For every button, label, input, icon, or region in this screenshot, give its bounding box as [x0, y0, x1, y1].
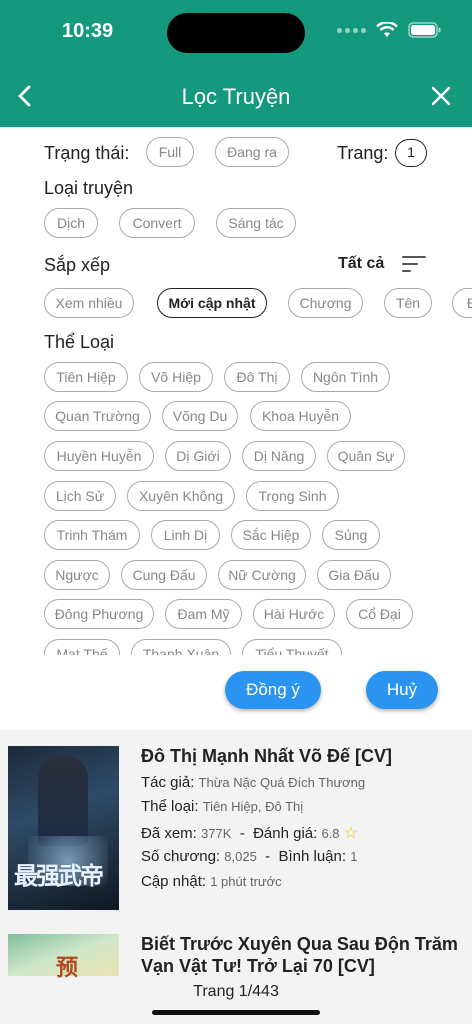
agree-button[interactable]: Đồng ý — [225, 671, 321, 709]
chip-genre[interactable]: Tiểu Thuyết — [242, 639, 342, 655]
page-title: Lọc Truyện — [181, 84, 291, 109]
genre-label: Thể Loại — [44, 332, 115, 352]
book-author: Tác giả: Thừa Nặc Quá Đích Thương — [141, 774, 366, 791]
chip-genre[interactable]: Võng Du — [162, 401, 238, 431]
chip-genre[interactable]: Dị Năng — [242, 441, 316, 471]
chip-genre[interactable]: Đô Thị — [224, 362, 290, 392]
chip-genre[interactable]: Cung Đấu — [121, 560, 207, 590]
chip-type-dich[interactable]: Dịch — [44, 208, 98, 238]
dynamic-island — [167, 13, 305, 53]
status-icons — [337, 22, 442, 38]
book-chapters: Số chương: 8,025 - Bình luận: 1 — [141, 848, 358, 865]
book-title[interactable]: Đô Thị Mạnh Nhất Võ Đế [CV] — [141, 746, 392, 767]
close-icon — [431, 86, 451, 106]
chip-sort-most-viewed[interactable]: Xem nhiều — [44, 288, 134, 318]
screen: 10:39 Lọc Truyện Trạng thái: Full Đang r… — [0, 0, 472, 1024]
header-bar: 10:39 Lọc Truyện — [0, 0, 472, 127]
chip-genre[interactable]: Cổ Đại — [346, 599, 413, 629]
chip-genre[interactable]: Quân Sự — [327, 441, 405, 471]
sort-icon[interactable] — [402, 255, 426, 273]
filter-scroll-area[interactable]: Trạng thái: Full Đang ra Trang: 1 Loại t… — [0, 127, 472, 655]
chip-sort-latest[interactable]: Mới cập nhật — [157, 288, 267, 318]
chip-genre[interactable]: Trọng Sinh — [246, 481, 339, 511]
cover-title-art: 最强武帝 — [14, 861, 104, 890]
cancel-button[interactable]: Huỷ — [366, 671, 438, 709]
cover-title-art: 预 — [56, 955, 79, 981]
book-title-line2[interactable]: Vạn Vật Tư! Trở Lại 70 [CV] — [141, 956, 375, 977]
book-cover[interactable]: 预 — [8, 934, 119, 981]
chip-genre[interactable]: Đam Mỹ — [165, 599, 242, 629]
book-title[interactable]: Biết Trước Xuyên Qua Sau Độn Trăm — [141, 934, 458, 955]
signal-icon — [337, 27, 366, 33]
chip-genre[interactable]: Mạt Thế — [44, 639, 120, 655]
book-cover[interactable]: 最强武帝 — [8, 746, 119, 910]
chip-genre[interactable]: Xuyên Không — [127, 481, 235, 511]
chip-genre[interactable]: Đông Phương — [44, 599, 154, 629]
chip-genre[interactable]: Quan Trường — [44, 401, 151, 431]
star-icon: ☆ — [343, 825, 359, 842]
chip-genre[interactable]: Sắc Hiệp — [231, 520, 311, 550]
book-stats: Đã xem: 377K - Đánh giá: 6.8 ☆ — [141, 825, 359, 842]
chip-genre[interactable]: Huyền Huyễn — [44, 441, 154, 471]
chip-type-convert[interactable]: Convert — [119, 208, 195, 238]
close-button[interactable] — [430, 85, 452, 107]
wifi-icon — [376, 22, 398, 38]
chip-type-original[interactable]: Sáng tác — [216, 208, 296, 238]
sort-all-link[interactable]: Tất cả — [338, 255, 384, 273]
book-updated: Cập nhật: 1 phút trước — [141, 873, 282, 890]
chip-status-ongoing[interactable]: Đang ra — [215, 137, 289, 167]
home-indicator — [152, 1010, 320, 1015]
chip-status-full[interactable]: Full — [146, 137, 194, 167]
sort-label: Sắp xếp — [44, 255, 111, 275]
status-label: Trạng thái: — [44, 143, 130, 163]
page-label: Trang: — [337, 143, 389, 163]
chip-genre[interactable]: Gia Đấu — [317, 560, 391, 590]
pagination: Trang 1/443 — [193, 983, 279, 1000]
story-type-label: Loại truyện — [44, 178, 134, 198]
chip-genre[interactable]: Sủng — [322, 520, 380, 550]
chip-genre[interactable]: Linh Dị — [151, 520, 220, 550]
book-list: 最强武帝 Đô Thị Mạnh Nhất Võ Đế [CV] Tác giả… — [0, 730, 472, 1024]
chip-sort-name[interactable]: Tên — [384, 288, 432, 318]
chip-genre[interactable]: Thanh Xuân — [131, 639, 231, 655]
chip-genre[interactable]: Lịch Sử — [44, 481, 116, 511]
chip-genre[interactable]: Trinh Thám — [44, 520, 140, 550]
book-genre: Thể loại: Tiên Hiệp, Đô Thị — [141, 798, 304, 815]
chip-genre[interactable]: Tiên Hiệp — [44, 362, 128, 392]
chip-sort-rating[interactable]: Đ — [452, 288, 472, 318]
chip-genre[interactable]: Dị Giới — [165, 441, 231, 471]
status-time: 10:39 — [62, 20, 114, 42]
chip-genre[interactable]: Võ Hiệp — [139, 362, 213, 392]
chip-genre[interactable]: Nữ Cường — [218, 560, 306, 590]
chip-genre[interactable]: Ngược — [44, 560, 110, 590]
battery-icon — [408, 22, 442, 38]
chip-genre[interactable]: Ngôn Tình — [301, 362, 390, 392]
chip-sort-chapters[interactable]: Chương — [288, 288, 363, 318]
page-number-input[interactable]: 1 — [395, 139, 427, 167]
chip-genre[interactable]: Hài Hước — [253, 599, 335, 629]
filter-panel: Trạng thái: Full Đang ra Trang: 1 Loại t… — [0, 127, 472, 730]
chip-genre[interactable]: Khoa Huyễn — [250, 401, 351, 431]
